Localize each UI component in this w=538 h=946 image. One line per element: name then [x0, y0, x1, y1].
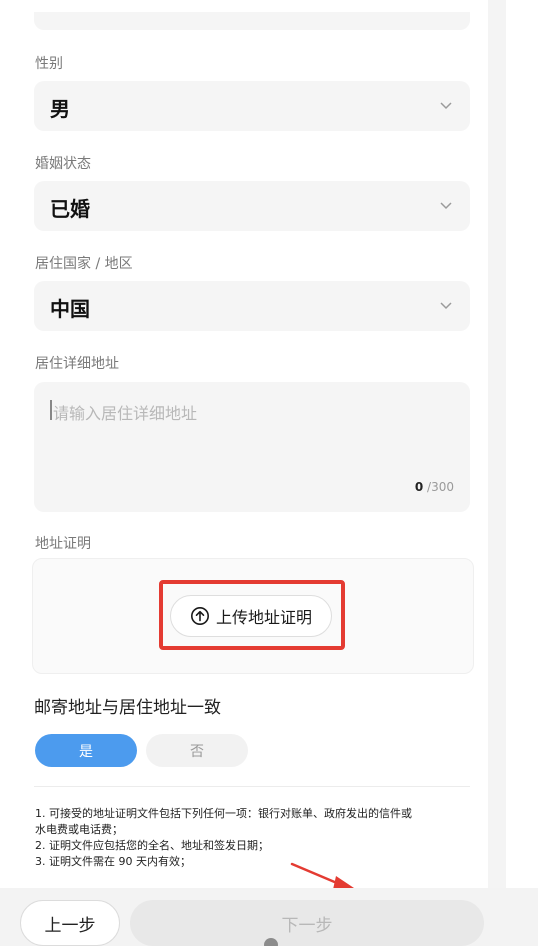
address-placeholder: 请输入居住详细地址: [53, 404, 198, 423]
gender-select[interactable]: 男: [34, 81, 470, 131]
divider: [34, 786, 470, 787]
chevron-down-icon: [440, 302, 452, 310]
country-value: 中国: [50, 297, 90, 321]
option-no-button[interactable]: 否: [146, 734, 248, 767]
char-count: 0: [414, 480, 424, 494]
proof-label: 地址证明: [35, 536, 91, 552]
note-line: 3. 证明文件需在 90 天内有效；: [35, 855, 191, 868]
upload-proof-label: 上传地址证明: [215, 608, 312, 627]
char-max: /300: [423, 480, 454, 494]
address-textarea[interactable]: 请输入居住详细地址 0 /300: [34, 382, 470, 512]
country-label: 居住国家 / 地区: [35, 256, 133, 272]
scroll-gutter: [488, 0, 506, 890]
address-form-page: 性别 男 婚姻状态 已婚 居住国家 / 地区 中国 居住详细地址 请输入居住详细…: [0, 0, 538, 946]
note-line: 1. 可接受的地址证明文件包括下列任何一项：银行对账单、政府发出的信件或: [35, 807, 412, 820]
marital-status-value: 已婚: [50, 197, 90, 221]
next-step-button[interactable]: 下一步: [130, 900, 484, 946]
mailing-same-question: 邮寄地址与居住地址一致: [34, 698, 221, 718]
previous-field-card: [34, 12, 470, 30]
notes: 1. 可接受的地址证明文件包括下列任何一项：银行对账单、政府发出的信件或 水电费…: [35, 806, 475, 870]
country-select[interactable]: 中国: [34, 281, 470, 331]
option-yes-button[interactable]: 是: [35, 734, 137, 767]
drag-handle[interactable]: [264, 938, 278, 946]
note-line: 2. 证明文件应包括您的全名、地址和签发日期；: [35, 839, 269, 852]
prev-step-button[interactable]: 上一步: [20, 900, 120, 946]
note-line: 水电费或电话费；: [35, 823, 123, 836]
upload-proof-button[interactable]: 上传地址证明: [170, 595, 332, 637]
upload-arrow-icon: [190, 607, 209, 625]
marital-status-label: 婚姻状态: [35, 156, 91, 172]
gender-value: 男: [50, 97, 70, 121]
chevron-down-icon: [440, 202, 452, 210]
address-label: 居住详细地址: [35, 356, 119, 372]
marital-status-select[interactable]: 已婚: [34, 181, 470, 231]
text-caret: [50, 400, 52, 420]
chevron-down-icon: [440, 102, 452, 110]
char-counter: 0 /300: [415, 480, 454, 494]
gender-label: 性别: [35, 56, 63, 72]
